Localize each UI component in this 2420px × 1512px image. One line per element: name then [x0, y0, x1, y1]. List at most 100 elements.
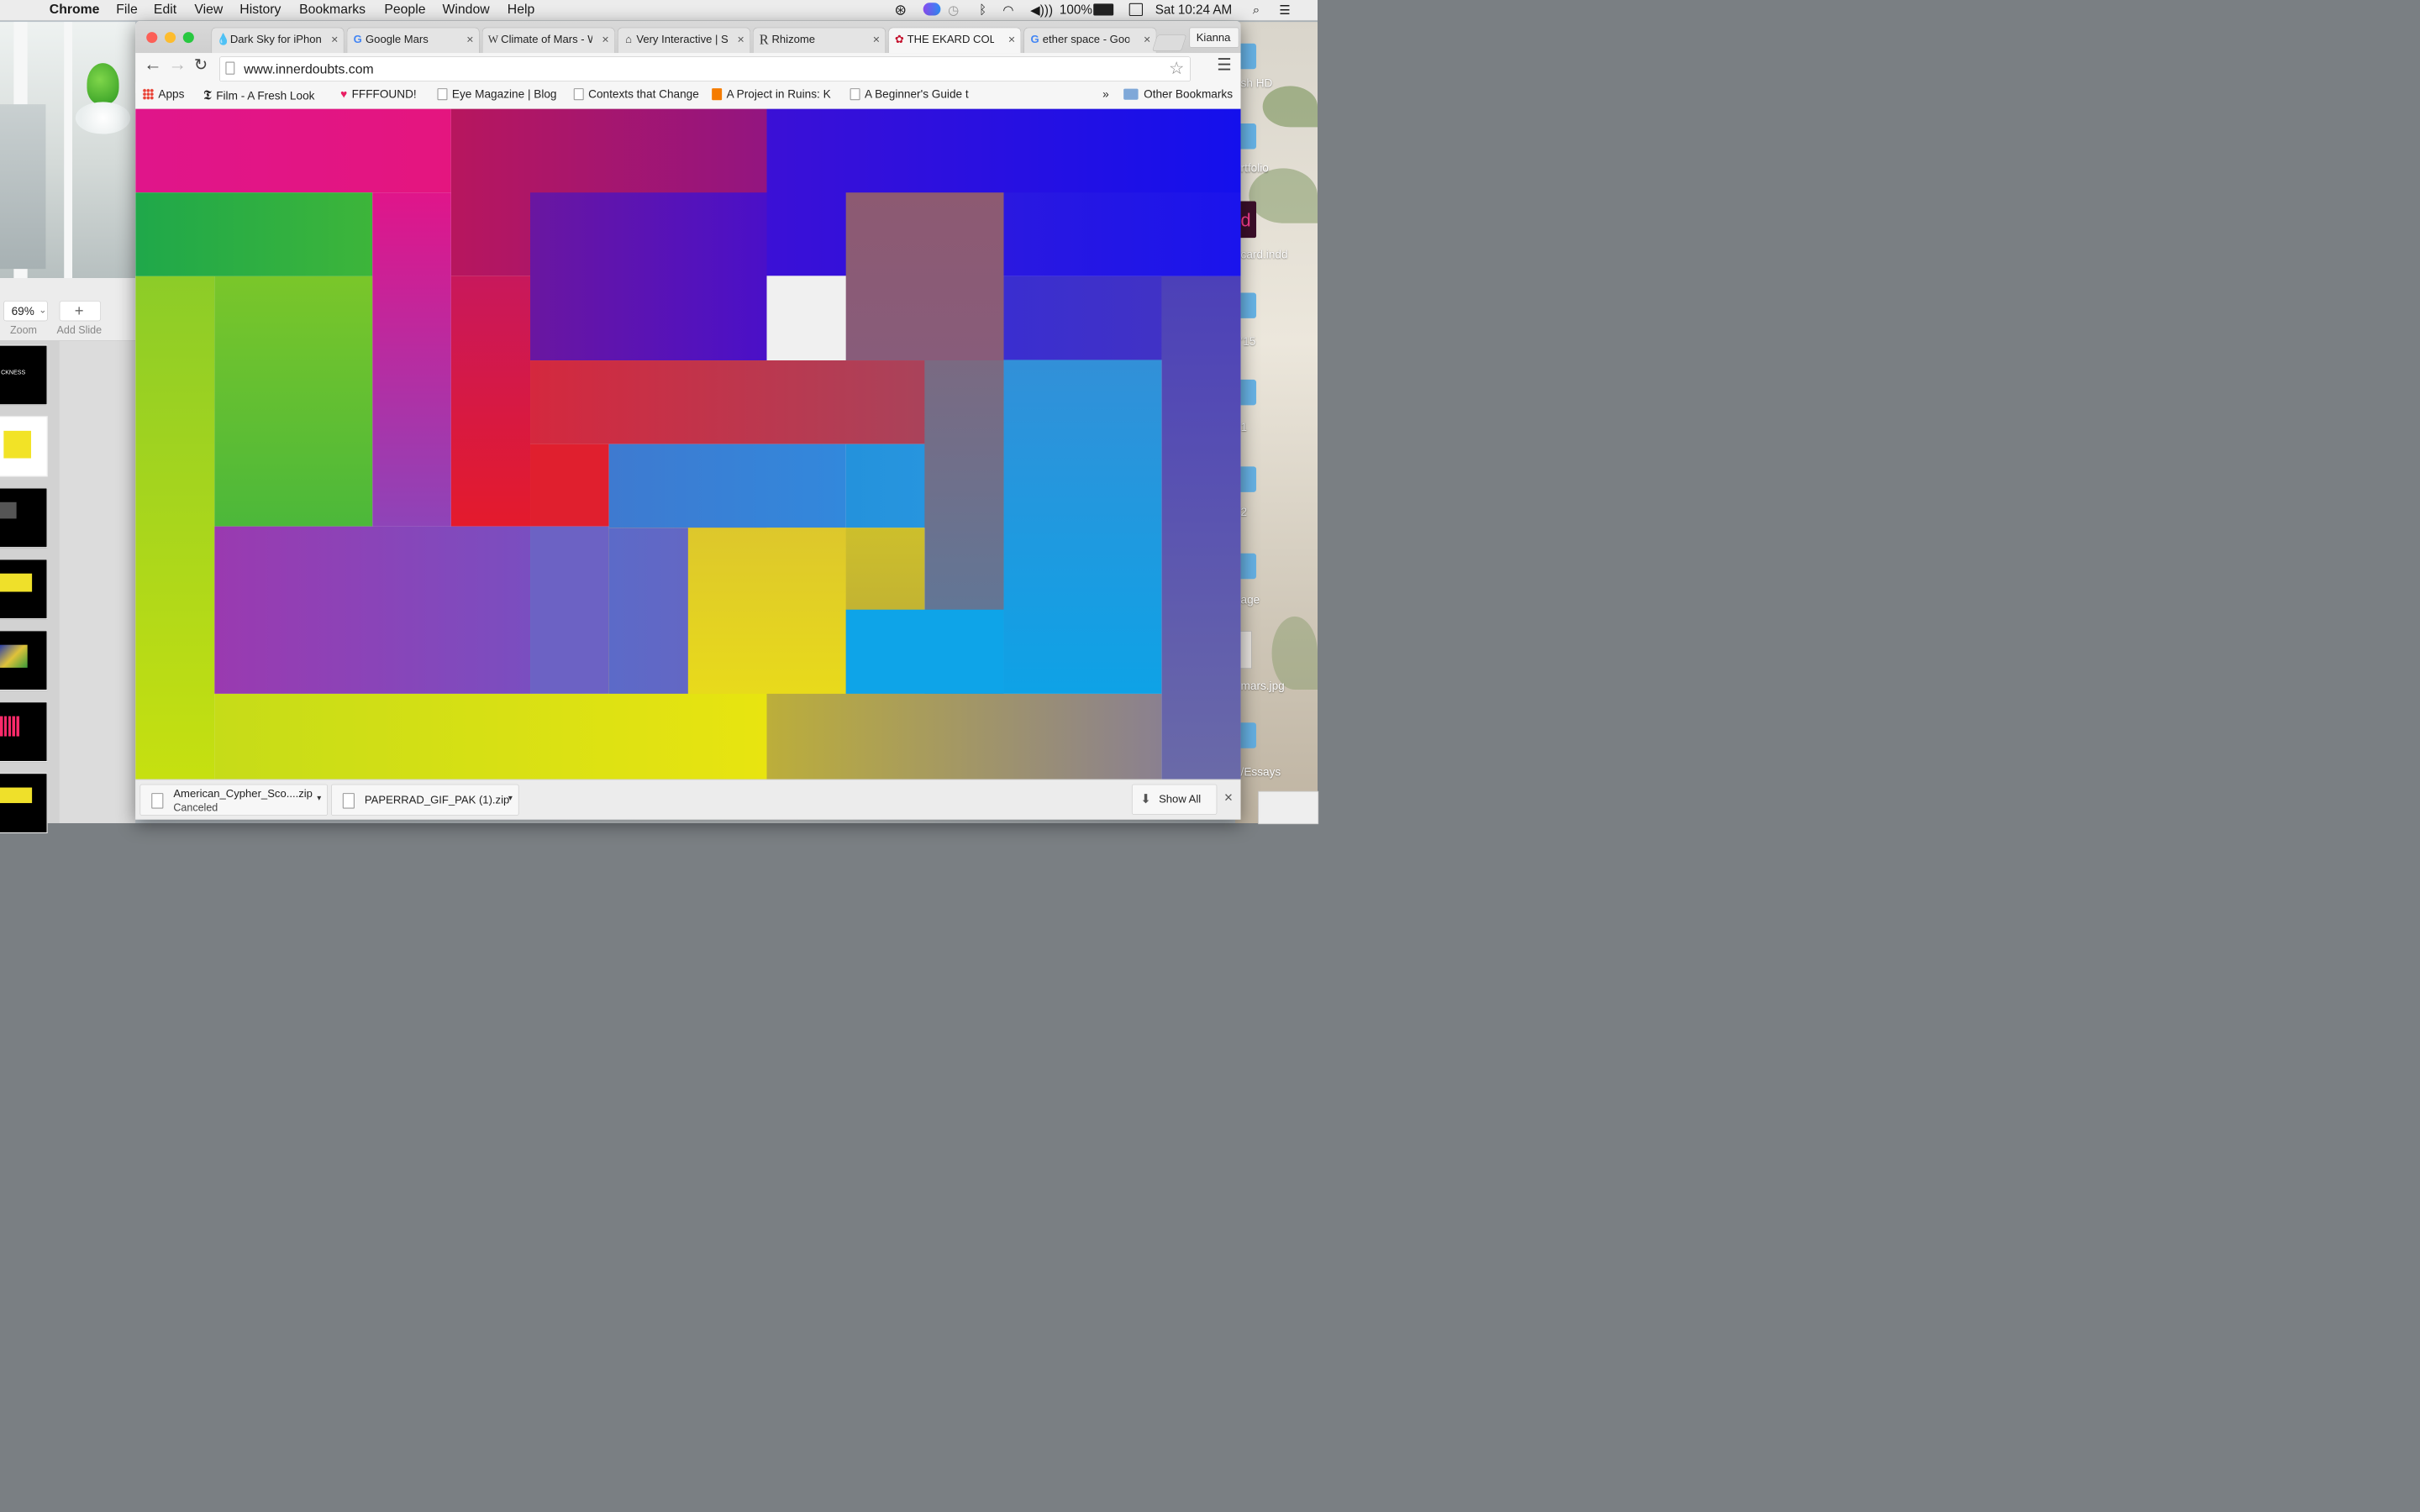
- art-block: [766, 693, 1162, 780]
- close-icon[interactable]: ×: [466, 33, 473, 47]
- bookmark-contexts[interactable]: Contexts that Change: [573, 88, 699, 102]
- art-block: [530, 444, 609, 527]
- slide-image: [0, 716, 20, 737]
- tab-very-interactive[interactable]: ⌂ Very Interactive | Site ×: [617, 27, 750, 54]
- nyt-icon: 𝕿: [203, 87, 212, 103]
- folder-icon: [1123, 88, 1139, 100]
- slide-thumbnail[interactable]: [0, 487, 48, 549]
- slide-navigator: CKNESS: [0, 340, 60, 833]
- menu-people[interactable]: People: [384, 2, 425, 17]
- zoom-dropdown[interactable]: 69% ⌄: [3, 301, 48, 322]
- slide-thumbnail[interactable]: CKNESS: [0, 344, 48, 406]
- art-block: [1003, 192, 1241, 276]
- menu-help[interactable]: Help: [508, 2, 534, 17]
- download-item[interactable]: PAPERRAD_GIF_PAK (1).zip ▾: [331, 784, 519, 816]
- bookmark-star-icon[interactable]: ☆: [1169, 58, 1185, 78]
- app-menu[interactable]: Chrome: [50, 2, 100, 17]
- bookmark-film[interactable]: 𝕿 Film - A Fresh Look: [203, 88, 315, 104]
- bookmarks-overflow-button[interactable]: »: [1102, 88, 1109, 102]
- add-slide-button[interactable]: +: [59, 301, 101, 322]
- menu-view[interactable]: View: [194, 2, 223, 17]
- address-bar[interactable]: www.innerdoubts.com ☆: [219, 56, 1191, 81]
- bookmark-apps[interactable]: Apps: [142, 88, 184, 102]
- profile-button[interactable]: Kianna: [1189, 27, 1239, 48]
- slide-image: [0, 501, 17, 519]
- wifi-icon[interactable]: ◠: [1002, 3, 1013, 18]
- close-icon[interactable]: ×: [331, 33, 338, 47]
- slide-thumbnail[interactable]: [0, 416, 48, 477]
- page-icon: [225, 61, 235, 75]
- slide-title: CKNESS: [1, 368, 26, 375]
- calendar-icon[interactable]: [1128, 3, 1144, 17]
- bookmark-label: FFFFOUND!: [351, 87, 417, 101]
- google-icon: G: [1030, 33, 1039, 46]
- menu-history[interactable]: History: [239, 2, 281, 17]
- tab-climate-of-mars[interactable]: W Climate of Mars - Wikipedia ×: [481, 27, 615, 54]
- tab-ether-space[interactable]: G ether space - Google Search ×: [1023, 27, 1157, 54]
- download-item[interactable]: American_Cypher_Sco....zip Canceled ▾: [139, 784, 328, 816]
- desktop-label: 1: [1240, 420, 1248, 434]
- tab-google-mars[interactable]: G Google Mars ×: [346, 27, 480, 54]
- menu-file[interactable]: File: [116, 2, 137, 17]
- zoom-value: 69%: [11, 305, 34, 318]
- chevron-down-icon[interactable]: ▾: [317, 793, 321, 802]
- art-block: [135, 108, 451, 193]
- cloud-sync-icon[interactable]: [923, 3, 941, 16]
- back-arrow-icon[interactable]: ←: [144, 54, 162, 74]
- maximize-window-button[interactable]: [182, 32, 194, 44]
- time-machine-icon[interactable]: ◷: [948, 3, 959, 18]
- tab-title: Climate of Mars - Wikipedia: [501, 33, 592, 46]
- minimize-window-button[interactable]: [164, 32, 176, 44]
- volume-icon[interactable]: ◀))): [1030, 3, 1053, 18]
- slide-thumbnail[interactable]: [0, 559, 48, 620]
- slide-thumbnail[interactable]: [0, 701, 48, 763]
- creative-cloud-icon[interactable]: ⊛: [894, 1, 907, 18]
- chevron-down-icon[interactable]: ▾: [508, 793, 513, 802]
- show-all-button[interactable]: ⬇ Show All: [1131, 784, 1218, 815]
- download-arrow-icon: ⬇: [1140, 791, 1152, 806]
- wallpaper-plant: [1271, 616, 1318, 690]
- art-block: [214, 526, 531, 694]
- clock[interactable]: Sat 10:24 AM: [1155, 3, 1233, 17]
- other-bookmarks-folder[interactable]: Other Bookmarks: [1123, 88, 1233, 102]
- page-icon: [850, 88, 860, 101]
- art-block: [135, 192, 373, 276]
- battery-icon[interactable]: [1093, 3, 1114, 16]
- bookmark-eye-magazine[interactable]: Eye Magazine | Blog: [437, 88, 557, 102]
- tab-rhizome[interactable]: R Rhizome ×: [753, 27, 886, 54]
- tab-ekard-collection[interactable]: ✿ THE EKARD COLLECTION ×: [888, 27, 1022, 54]
- close-icon[interactable]: ×: [873, 33, 880, 47]
- notification-center-icon[interactable]: ☰: [1279, 3, 1291, 18]
- close-window-button[interactable]: [146, 32, 158, 44]
- bookmark-ffffound[interactable]: ♥ FFFFOUND!: [340, 88, 417, 102]
- page-icon: [573, 88, 584, 101]
- bluetooth-icon[interactable]: ᛒ: [979, 3, 986, 17]
- close-icon[interactable]: ×: [602, 33, 608, 47]
- bookmark-beginners-guide[interactable]: A Beginner's Guide t: [850, 88, 969, 102]
- menu-window[interactable]: Window: [442, 2, 489, 17]
- art-block: [845, 609, 1004, 694]
- bookmark-project-in-ruins[interactable]: A Project in Ruins: K: [712, 88, 831, 102]
- menu-bookmarks[interactable]: Bookmarks: [299, 2, 366, 17]
- close-shelf-icon[interactable]: ×: [1224, 789, 1233, 806]
- close-icon[interactable]: ×: [1008, 33, 1015, 47]
- spotlight-search-icon[interactable]: ⌕: [1253, 3, 1260, 18]
- stacked-window: [1258, 790, 1319, 825]
- close-icon[interactable]: ×: [1144, 33, 1150, 47]
- google-icon: G: [353, 33, 362, 46]
- reload-icon[interactable]: ↻: [194, 55, 208, 74]
- tab-dark-sky[interactable]: 💧 Dark Sky for iPhone ×: [211, 27, 345, 54]
- url-text[interactable]: www.innerdoubts.com: [244, 62, 373, 77]
- house-icon: ⌂: [625, 33, 633, 46]
- slide-thumbnail[interactable]: [0, 630, 48, 691]
- forward-arrow-icon[interactable]: →: [168, 54, 187, 74]
- apps-grid-icon: [142, 88, 154, 100]
- tab-title: Very Interactive | Site: [636, 33, 729, 46]
- lamp-shade: [75, 102, 131, 134]
- menu-edit[interactable]: Edit: [154, 2, 176, 17]
- chrome-menu-icon[interactable]: ☰: [1217, 55, 1232, 74]
- new-tab-button[interactable]: [1151, 34, 1187, 51]
- slide-highlight-block: [0, 573, 33, 592]
- slide-thumbnail[interactable]: [0, 773, 48, 833]
- close-icon[interactable]: ×: [738, 33, 744, 47]
